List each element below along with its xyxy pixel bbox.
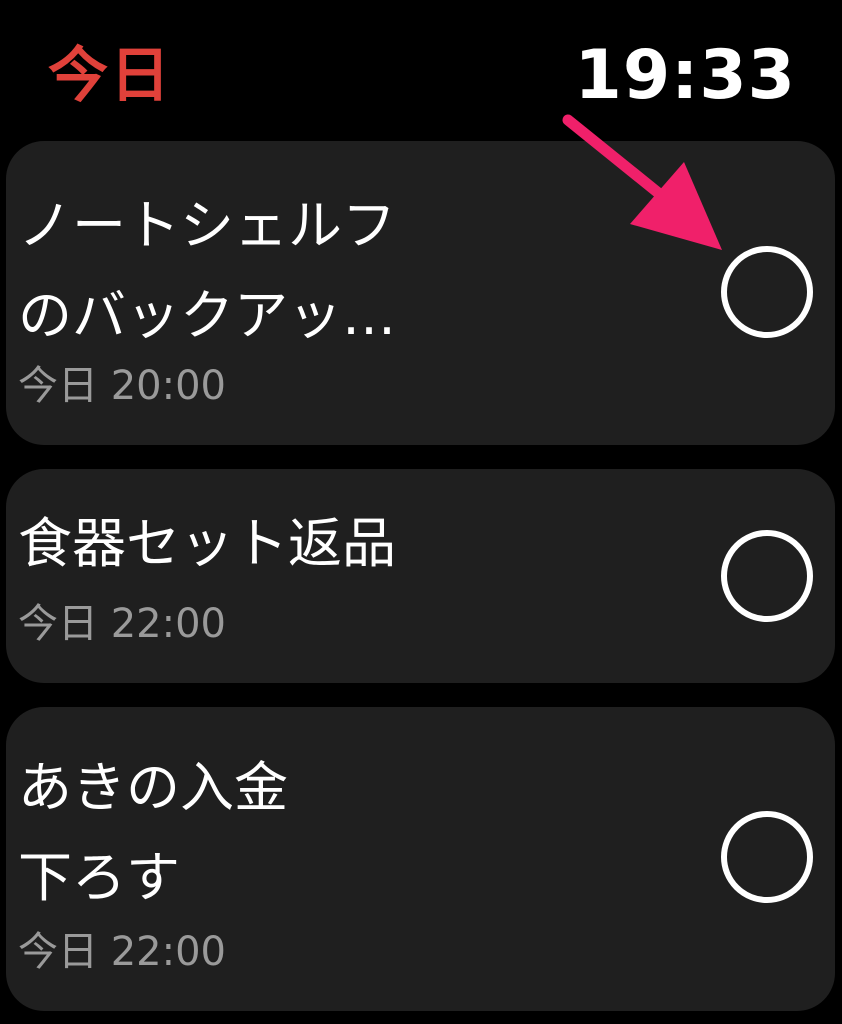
complete-circle-icon[interactable]	[721, 530, 813, 622]
task-title: 食器セット返品	[18, 499, 488, 589]
task-row[interactable]: 食器セット返品 今日 22:00	[6, 469, 835, 683]
page-title: 今日	[48, 41, 172, 111]
complete-circle-icon[interactable]	[721, 246, 813, 338]
clock-time: 19:33	[574, 36, 796, 115]
complete-circle-icon[interactable]	[721, 811, 813, 903]
task-due-time: 今日 22:00	[18, 601, 226, 647]
task-title-line: 食器セット返品	[18, 512, 396, 575]
task-title: ノートシェルフ のバックアッ…	[18, 181, 488, 361]
annotation-arrow-icon	[562, 114, 722, 250]
task-title-line: のバックアッ…	[18, 284, 396, 347]
task-title-line: ノートシェルフ	[18, 194, 396, 257]
task-title: あきの入金 下ろす	[18, 743, 488, 923]
task-row[interactable]: あきの入金 下ろす 今日 22:00	[6, 707, 835, 1011]
task-due-time: 今日 22:00	[18, 929, 226, 975]
task-title-line: あきの入金	[18, 756, 288, 819]
task-title-line: 下ろす	[18, 846, 180, 909]
task-due-time: 今日 20:00	[18, 363, 226, 409]
